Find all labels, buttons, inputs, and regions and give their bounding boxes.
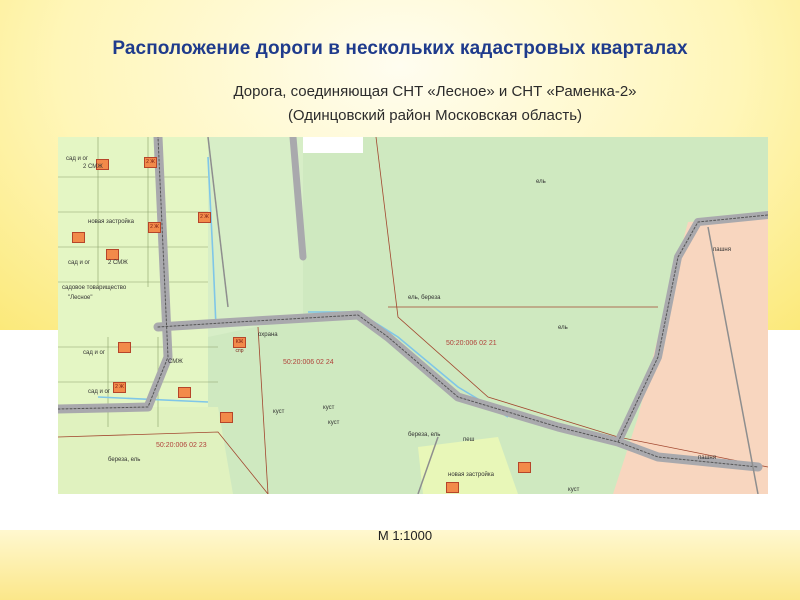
building: 2 Ж <box>198 212 211 223</box>
cadastral-map[interactable]: 2 Ж 2 Ж 2 Ж 2 Ж КЖ спр сад и ог 2 СМЖ но… <box>58 137 768 494</box>
building: КЖ спр <box>233 337 246 354</box>
label-kust-2: куст <box>323 405 335 411</box>
white-lot <box>303 137 363 153</box>
page-title: Расположение дороги в нескольких кадастр… <box>112 38 688 59</box>
building <box>220 412 233 423</box>
label-gsk-2: 2 СМЖ <box>108 260 128 266</box>
label-bereza-el: береза, ель <box>108 457 141 463</box>
subtitle-district: (Одинцовский район Московская область) <box>287 107 583 124</box>
building: 2 Ж <box>113 382 126 393</box>
label-sad-og-2: сад и ог <box>68 260 91 266</box>
label-sad-og: сад и ог <box>66 156 89 162</box>
label-sad-og-3: сад и ог <box>83 350 106 356</box>
cadastral-quarter-label: 50:20:006 02 24 <box>283 359 334 366</box>
label-pashnya-2: пашня <box>698 455 716 461</box>
label-gsk: 2 СМЖ <box>83 164 103 170</box>
meadow-area <box>208 137 303 337</box>
cadastral-quarter-label: 50:20:006 02 21 <box>446 340 497 347</box>
building <box>72 232 85 243</box>
building: 2 Ж <box>144 157 157 168</box>
label-ohrana: охрана <box>258 332 278 338</box>
label-el-2: ель <box>558 325 568 331</box>
label-pesh: пеш <box>463 437 475 443</box>
label-el: ель <box>536 179 546 185</box>
label-smzh: СМЖ <box>168 359 183 365</box>
label-kust: куст <box>273 409 285 415</box>
label-el-bereza: ель, береза <box>408 295 441 301</box>
building <box>178 387 191 398</box>
label-sad-og-4: сад и ог <box>88 389 111 395</box>
label-new-build-2: новая застройка <box>448 472 494 478</box>
subtitle-road: Дорога, соединяющая СНТ «Лесное» и СНТ «… <box>233 83 637 100</box>
label-bereza-el-2: береза, ель <box>408 432 441 438</box>
map-scale: М 1:1000 <box>377 528 433 543</box>
lower-plot <box>418 437 518 494</box>
label-pashnya: пашня <box>713 247 731 253</box>
label-tovarishestvo: садовое товарищество <box>62 285 127 291</box>
building <box>106 249 119 260</box>
map-canvas <box>58 137 768 494</box>
cadastral-quarter-label: 50:20:006 02 23 <box>156 442 207 449</box>
label-kust-3: куст <box>328 420 340 426</box>
building <box>118 342 131 353</box>
label-new-build: новая застройка <box>88 219 134 225</box>
building: 2 Ж <box>148 222 161 233</box>
garden-area-lower <box>58 407 233 494</box>
building <box>518 462 531 473</box>
building <box>446 482 459 493</box>
label-kust-4: куст <box>568 487 580 493</box>
label-snt-lesnoe: "Лесное" <box>68 295 93 301</box>
